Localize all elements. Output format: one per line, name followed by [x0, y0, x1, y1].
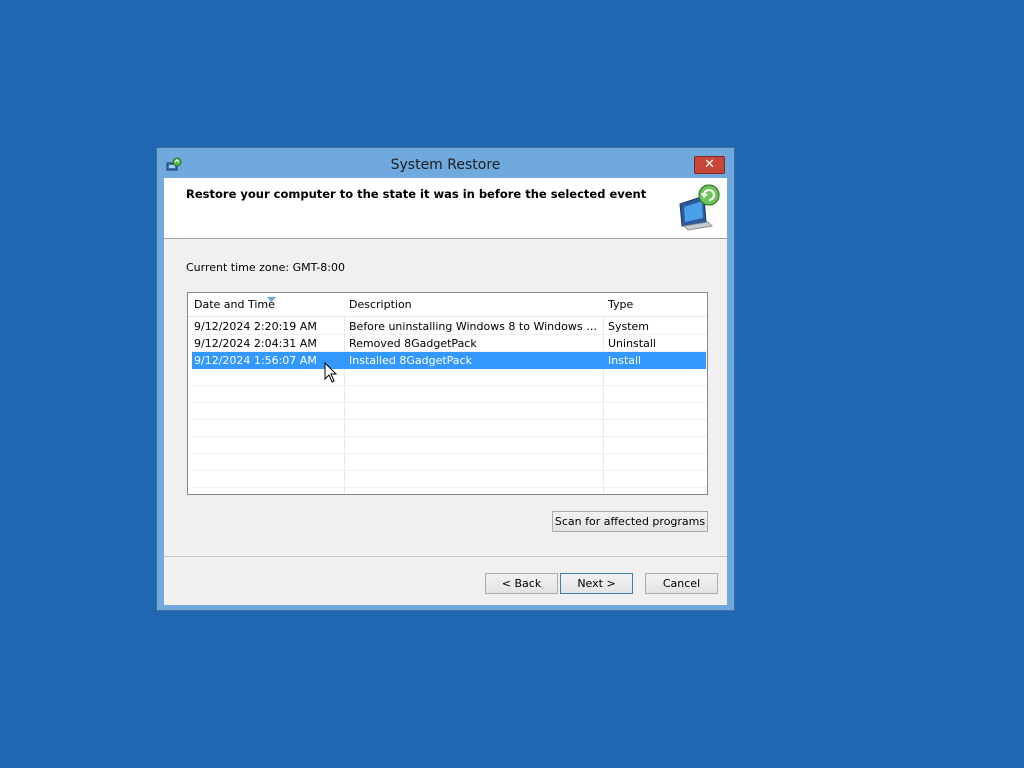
row-divider: [192, 385, 707, 386]
restore-points-list[interactable]: Date and Time Description Type 9/12/2024…: [187, 292, 708, 495]
row-divider: [192, 436, 707, 437]
sort-descending-icon: [267, 297, 276, 302]
row-date: 9/12/2024 2:04:31 AM: [194, 337, 317, 350]
dialog-header: Restore your computer to the state it wa…: [164, 178, 727, 239]
row-description: Installed 8GadgetPack: [349, 354, 472, 367]
back-button[interactable]: < Back: [485, 573, 558, 594]
row-type: Install: [608, 354, 642, 367]
column-header-description-label: Description: [349, 298, 412, 311]
row-date: 9/12/2024 2:20:19 AM: [194, 320, 317, 333]
row-type: System: [608, 320, 650, 333]
table-row[interactable]: 9/12/2024 2:20:19 AM Before uninstalling…: [192, 318, 706, 335]
row-type: Uninstall: [608, 337, 656, 350]
dialog-client-area: Restore your computer to the state it wa…: [164, 178, 727, 605]
next-button[interactable]: Next >: [560, 573, 633, 594]
table-row[interactable]: 9/12/2024 2:04:31 AM Removed 8GadgetPack…: [192, 335, 706, 352]
scan-affected-programs-button[interactable]: Scan for affected programs: [552, 511, 708, 532]
row-divider: [192, 453, 707, 454]
list-header: Date and Time Description Type: [188, 293, 707, 317]
timezone-label: Current time zone: GMT-8:00: [186, 261, 346, 274]
close-icon: ✕: [704, 157, 715, 172]
mouse-pointer-icon: [324, 362, 338, 383]
column-header-type-label: Type: [608, 298, 634, 311]
close-button[interactable]: ✕: [694, 156, 725, 174]
restore-monitor-icon: [679, 184, 720, 231]
cancel-button[interactable]: Cancel: [645, 573, 718, 594]
system-restore-window: System Restore ✕ Restore your computer t…: [156, 147, 735, 611]
title-bar[interactable]: System Restore ✕: [157, 148, 734, 178]
row-divider: [192, 419, 707, 420]
row-divider: [192, 470, 707, 471]
column-header-description[interactable]: Description: [349, 298, 412, 311]
row-date: 9/12/2024 1:56:07 AM: [194, 354, 317, 367]
row-divider: [192, 402, 707, 403]
column-header-date[interactable]: Date and Time: [194, 297, 276, 311]
window-title: System Restore: [390, 157, 501, 173]
row-divider: [192, 487, 707, 488]
table-row-selected[interactable]: 9/12/2024 1:56:07 AM Installed 8GadgetPa…: [192, 352, 706, 369]
header-instruction: Restore your computer to the state it wa…: [186, 187, 647, 201]
row-description: Before uninstalling Windows 8 to Windows…: [349, 320, 603, 333]
row-description: Removed 8GadgetPack: [349, 337, 477, 350]
footer-divider: [164, 556, 727, 557]
column-header-type[interactable]: Type: [608, 298, 633, 311]
column-header-date-label: Date and Time: [194, 298, 275, 311]
